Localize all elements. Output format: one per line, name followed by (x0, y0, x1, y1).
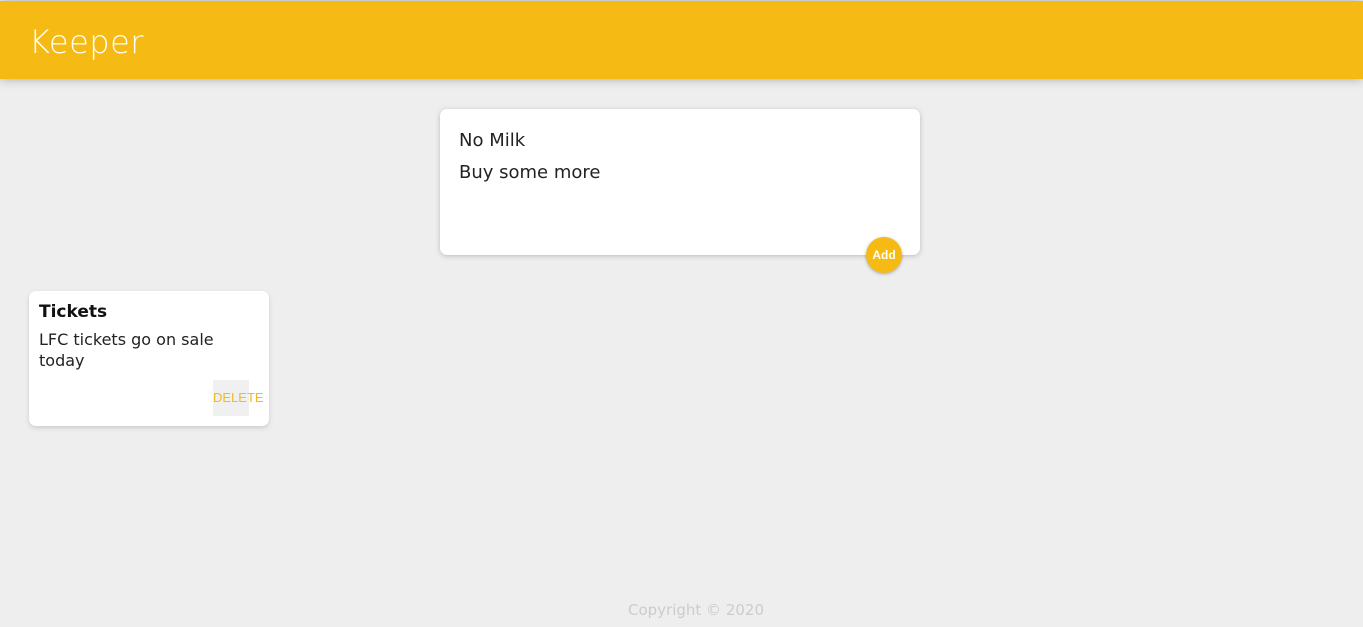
note-content: LFC tickets go on sale today (39, 330, 214, 370)
app-header: Keeper (0, 1, 1363, 79)
app-logo-title: Keeper (29, 23, 144, 61)
note-content-input[interactable]: Buy some more (459, 161, 899, 231)
note-card: Tickets LFC tickets go on sale today DEL… (29, 291, 269, 426)
create-note-form: Buy some more (440, 109, 920, 255)
add-note-button[interactable]: Add (866, 237, 902, 273)
delete-note-button[interactable]: DELETE (213, 380, 264, 416)
note-title-input[interactable] (459, 129, 899, 153)
footer-copyright: Copyright © 2020 (627, 601, 764, 619)
note-title: Tickets (39, 302, 108, 322)
